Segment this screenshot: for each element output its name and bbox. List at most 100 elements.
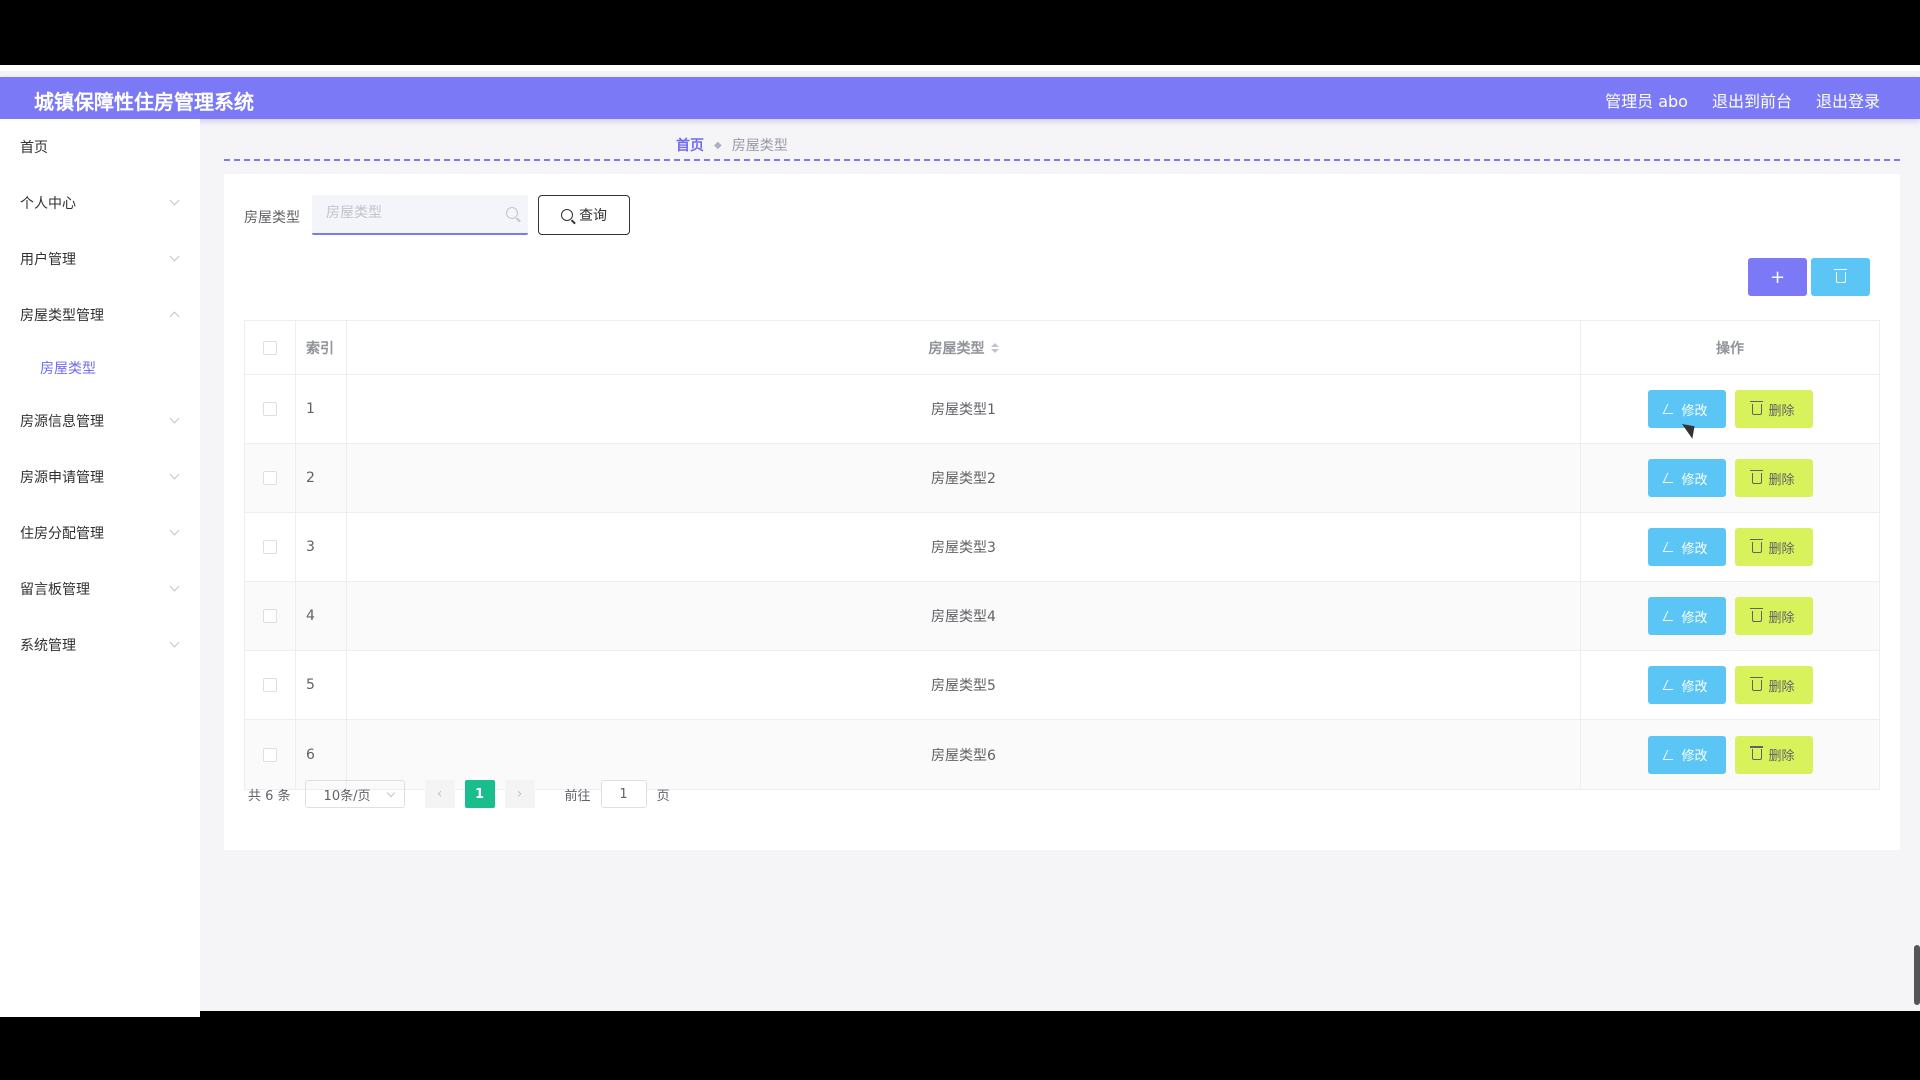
page-suffix: 页 — [656, 788, 670, 804]
delete-button[interactable]: 删除 — [1734, 597, 1813, 635]
content-panel: 房屋类型 查询 + 索引 房屋类型 操作 1 — [224, 174, 1900, 850]
sidebar-item-message-board[interactable]: 留言板管理 — [0, 561, 200, 617]
goto-page-input[interactable] — [600, 780, 647, 808]
sidebar-item-user-management[interactable]: 用户管理 — [0, 231, 200, 287]
trash-icon — [1750, 676, 1764, 691]
delete-button[interactable]: 删除 — [1734, 390, 1813, 428]
edit-button[interactable]: 修改 — [1647, 459, 1726, 497]
sidebar-item-personal-center[interactable]: 个人中心 — [0, 175, 200, 231]
row-house-type: 房屋类型3 — [347, 513, 1581, 581]
query-button-label: 查询 — [579, 208, 607, 224]
edit-label: 修改 — [1681, 541, 1708, 557]
edit-label: 修改 — [1681, 472, 1708, 488]
sort-icon[interactable] — [990, 342, 999, 353]
edit-button[interactable]: 修改 — [1647, 735, 1726, 774]
add-button[interactable]: + — [1748, 258, 1807, 296]
row-checkbox[interactable] — [263, 609, 277, 623]
sidebar-item-listing-info[interactable]: 房源信息管理 — [0, 393, 200, 449]
chevron-down-icon — [169, 525, 180, 536]
row-checkbox[interactable] — [263, 678, 277, 692]
row-ops: 修改 删除 — [1581, 444, 1879, 512]
delete-button[interactable]: 删除 — [1734, 528, 1813, 566]
sidebar-item-label: 住房分配管理 — [20, 526, 104, 542]
row-checkbox-cell — [245, 513, 296, 581]
edit-button[interactable]: 修改 — [1647, 597, 1726, 635]
page-size-value: 10条/页 — [323, 788, 371, 804]
row-index: 4 — [296, 582, 347, 650]
page-number-current[interactable]: 1 — [464, 780, 495, 808]
trash-icon — [1750, 469, 1764, 484]
delete-label: 删除 — [1768, 472, 1795, 488]
delete-button[interactable]: 删除 — [1734, 735, 1813, 774]
header-index: 索引 — [296, 321, 347, 374]
chevron-down-icon — [169, 195, 180, 206]
chevron-down-icon — [386, 788, 395, 798]
trash-icon — [1750, 538, 1764, 553]
chevron-down-icon — [169, 413, 180, 424]
edit-button[interactable]: 修改 — [1647, 528, 1726, 566]
table-row: 1 房屋类型1 修改 删除 — [245, 375, 1879, 444]
delete-label: 删除 — [1768, 749, 1795, 764]
table-row: 3 房屋类型3 修改 删除 — [245, 513, 1879, 582]
breadcrumb-separator-icon: ◆ — [714, 139, 722, 151]
table-header-row: 索引 房屋类型 操作 — [245, 321, 1879, 375]
prev-page-button[interactable]: ‹ — [424, 780, 455, 808]
delete-label: 删除 — [1768, 403, 1795, 419]
row-checkbox-cell — [245, 582, 296, 650]
row-checkbox-cell — [245, 651, 296, 719]
row-ops: 修改 删除 — [1581, 651, 1879, 719]
batch-delete-button[interactable] — [1811, 258, 1870, 296]
logout-link[interactable]: 退出登录 — [1816, 88, 1880, 112]
trash-icon — [1750, 400, 1764, 415]
row-ops: 修改 删除 — [1581, 720, 1879, 789]
edit-button[interactable]: 修改 — [1647, 666, 1726, 704]
row-checkbox[interactable] — [263, 747, 277, 762]
row-checkbox[interactable] — [263, 471, 277, 485]
row-house-type: 房屋类型4 — [347, 582, 1581, 650]
table-row: 6 房屋类型6 修改 删除 — [245, 720, 1879, 789]
search-box — [312, 195, 528, 235]
row-checkbox[interactable] — [263, 540, 277, 554]
row-checkbox-cell — [245, 444, 296, 512]
row-checkbox[interactable] — [263, 402, 277, 416]
search-input[interactable] — [312, 195, 492, 231]
row-index: 5 — [296, 651, 347, 719]
edit-label: 修改 — [1681, 749, 1708, 764]
row-house-type: 房屋类型2 — [347, 444, 1581, 512]
sidebar-item-system-management[interactable]: 系统管理 — [0, 617, 200, 673]
select-all-checkbox[interactable] — [263, 340, 277, 355]
edit-label: 修改 — [1681, 679, 1708, 695]
edit-icon — [1663, 680, 1678, 690]
plus-icon: + — [1769, 266, 1786, 288]
sidebar-item-housing-allocation[interactable]: 住房分配管理 — [0, 505, 200, 561]
row-ops: 修改 删除 — [1581, 513, 1879, 581]
chevron-down-icon — [169, 469, 180, 480]
sidebar-item-house-type-management[interactable]: 房屋类型管理 — [0, 287, 200, 343]
sidebar-item-listing-application[interactable]: 房源申请管理 — [0, 449, 200, 505]
search-icon — [561, 209, 573, 221]
scrollbar-thumb[interactable] — [1914, 945, 1920, 1005]
query-button[interactable]: 查询 — [538, 195, 630, 235]
delete-button[interactable]: 删除 — [1734, 666, 1813, 704]
sidebar: 首页 个人中心 用户管理 房屋类型管理 房屋类型 房源信息管理 房源申请管理 住… — [0, 119, 200, 1017]
edit-icon — [1663, 404, 1678, 414]
sidebar-subitem-house-type[interactable]: 房屋类型 — [0, 343, 200, 393]
delete-button[interactable]: 删除 — [1734, 459, 1813, 497]
header-house-type[interactable]: 房屋类型 — [347, 321, 1581, 374]
app-window: 城镇保障性住房管理系统 管理员 abo 退出到前台 退出登录 首页 个人中心 用… — [0, 65, 1920, 1017]
sidebar-item-home[interactable]: 首页 — [0, 119, 200, 175]
breadcrumb-home[interactable]: 首页 — [676, 135, 704, 155]
page-size-select[interactable]: 10条/页 — [304, 780, 405, 808]
table-row: 4 房屋类型4 修改 删除 — [245, 582, 1879, 651]
sidebar-item-label: 用户管理 — [20, 252, 76, 268]
search-icon — [506, 207, 518, 219]
chevron-down-icon — [169, 637, 180, 648]
sidebar-item-label: 房源信息管理 — [20, 414, 104, 430]
row-ops: 修改 删除 — [1581, 582, 1879, 650]
back-to-front-link[interactable]: 退出到前台 — [1712, 88, 1792, 112]
sidebar-item-label: 首页 — [20, 140, 48, 156]
next-page-button[interactable]: › — [504, 780, 535, 808]
breadcrumb: 首页 ◆ 房屋类型 — [676, 135, 788, 155]
header-ops: 操作 — [1716, 340, 1744, 357]
trash-icon — [1750, 607, 1764, 622]
